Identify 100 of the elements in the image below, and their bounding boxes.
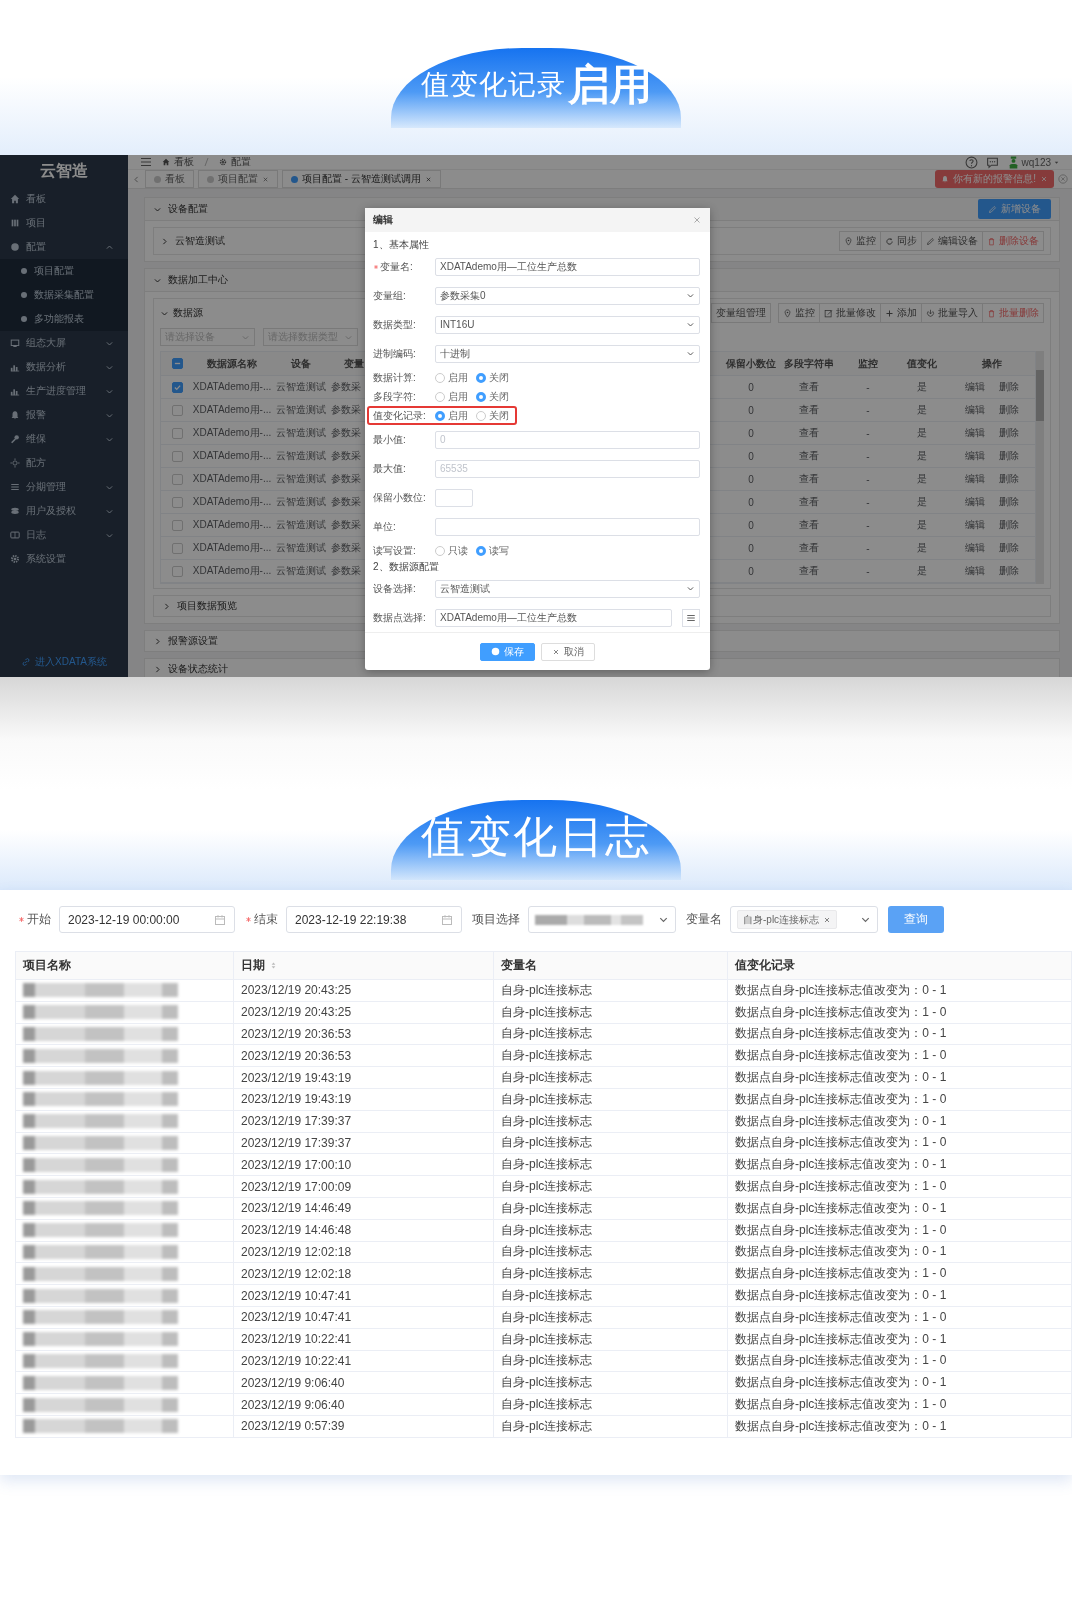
table-cell: 是 <box>917 541 927 555</box>
table-cell: 2023/12/19 20:43:25 <box>241 1005 352 1020</box>
table-cell: 查看 <box>799 564 819 578</box>
table-cell: - <box>866 427 870 439</box>
table-cell: 2023/12/19 20:36:53 <box>241 1048 352 1063</box>
column-header: 设备 <box>291 356 311 371</box>
table-cell: 自身-plc连接标志 <box>501 1243 593 1261</box>
table-cell: 云智造测试 <box>276 495 326 509</box>
table-cell: 0 <box>748 381 754 393</box>
alert-message: 你有新的报警信息! <box>935 170 1054 188</box>
table-cell: 2023/12/19 10:47:41 <box>241 1288 352 1303</box>
table-cell: 数据点自身-plc连接标志值改变为：1 - 0 <box>735 1396 947 1414</box>
table-cell: 查看 <box>799 472 819 486</box>
field-label: 最大值: <box>373 461 406 476</box>
table-cell: 数据点自身-plc连接标志值改变为：0 - 1 <box>735 1287 947 1305</box>
table-cell: - <box>866 450 870 462</box>
table-cell: 2023/12/19 17:39:37 <box>241 1114 352 1129</box>
table-cell: 数据点自身-plc连接标志值改变为：0 - 1 <box>735 1025 947 1043</box>
table-cell: 数据点自身-plc连接标志值改变为：0 - 1 <box>735 1069 947 1087</box>
table-cell: 自身-plc连接标志 <box>501 1003 593 1021</box>
field-label: 单位: <box>373 519 396 534</box>
table-cell: 2023/12/19 12:02:18 <box>241 1244 352 1259</box>
table-cell: 是 <box>917 518 927 532</box>
table-cell: 自身-plc连接标志 <box>501 1090 593 1108</box>
table-cell: 参数采 <box>331 449 361 463</box>
field-label: 值变化记录: <box>373 408 426 423</box>
column-header: 日期 <box>241 957 265 974</box>
table-cell: 自身-plc连接标志 <box>501 1374 593 1392</box>
table-cell: XDATAdemo用-... <box>192 541 272 555</box>
table-cell: 数据点自身-plc连接标志值改变为：0 - 1 <box>735 1156 947 1174</box>
dialog-title: 编辑 <box>373 213 393 227</box>
table-cell: 是 <box>917 403 927 417</box>
table-cell: 2023/12/19 9:06:40 <box>241 1397 345 1412</box>
field-label: 进制编码: <box>373 346 416 361</box>
column-header: 变量 <box>343 356 364 371</box>
column-header: 多段字符串 <box>784 356 834 371</box>
table-cell: 数据点自身-plc连接标志值改变为：0 - 1 <box>735 1330 947 1348</box>
table-cell: 云智造测试 <box>276 403 326 417</box>
table-cell: 数据点自身-plc连接标志值改变为：1 - 0 <box>735 1178 947 1196</box>
table-cell: 2023/12/19 19:43:19 <box>241 1070 352 1085</box>
table-cell: 查看 <box>799 380 819 394</box>
table-cell: 数据点自身-plc连接标志值改变为：0 - 1 <box>735 1243 947 1261</box>
table-cell: 0 <box>748 473 754 485</box>
field-label: 数据点选择: <box>373 610 426 625</box>
column-header: 值变化 <box>907 356 937 371</box>
table-cell: 2023/12/19 10:22:41 <box>241 1332 352 1347</box>
table-cell: 自身-plc连接标志 <box>501 1134 593 1152</box>
column-header: 操作 <box>982 356 1002 371</box>
table-cell: 数据点自身-plc连接标志值改变为：1 - 0 <box>735 1090 947 1108</box>
table-cell: 参数采 <box>331 426 361 440</box>
table-cell: 云智造测试 <box>276 472 326 486</box>
app-logo: 云智造 <box>39 160 89 181</box>
table-cell: 数据点自身-plc连接标志值改变为：1 - 0 <box>735 1308 947 1326</box>
table-cell: 2023/12/19 10:22:41 <box>241 1353 352 1368</box>
table-cell: 自身-plc连接标志 <box>501 1352 593 1370</box>
table-cell: 自身-plc连接标志 <box>501 1069 593 1087</box>
table-cell: 数据点自身-plc连接标志值改变为：0 - 1 <box>735 1112 947 1130</box>
table-cell: 参数采 <box>331 541 361 555</box>
table-cell: 2023/12/19 12:02:18 <box>241 1266 352 1281</box>
table-cell: 0 <box>748 565 754 577</box>
table-cell: XDATAdemo用-... <box>192 426 272 440</box>
table-cell: 自身-plc连接标志 <box>501 1287 593 1305</box>
section-title: 数据源 <box>173 306 203 320</box>
banner-title: 值变化记录 <box>420 68 566 102</box>
field-label: 多段字符: <box>373 389 416 404</box>
table-cell: 是 <box>917 426 927 440</box>
table-cell: 自身-plc连接标志 <box>501 1025 593 1043</box>
table-cell: 数据点自身-plc连接标志值改变为：0 - 1 <box>735 1199 947 1217</box>
filter-label: 变量名 <box>686 911 722 928</box>
table-cell: 2023/12/19 19:43:19 <box>241 1092 352 1107</box>
field-label: 数据计算: <box>373 370 416 385</box>
table-cell: XDATAdemo用-... <box>192 518 272 532</box>
filter-label: 项目选择 <box>472 911 520 928</box>
table-cell: - <box>866 496 870 508</box>
table-cell: 2023/12/19 20:43:25 <box>241 983 352 998</box>
table-cell: 是 <box>917 380 927 394</box>
table-cell: 2023/12/19 14:46:49 <box>241 1201 352 1216</box>
field-label: 读写设置: <box>373 543 416 558</box>
table-cell: - <box>866 565 870 577</box>
table-cell: 0 <box>748 519 754 531</box>
table-cell: 数据点自身-plc连接标志值改变为：0 - 1 <box>735 1374 947 1392</box>
table-cell: 数据点自身-plc连接标志值改变为：1 - 0 <box>735 1047 947 1065</box>
table-cell: XDATAdemo用-... <box>192 449 272 463</box>
section-title: 2、数据源配置 <box>373 560 439 574</box>
banner-title-emphasis: 启用 <box>567 60 652 110</box>
column-header: 数据源名称 <box>207 356 257 371</box>
field-label: 最小值: <box>373 432 406 447</box>
table-cell: 是 <box>917 449 927 463</box>
table-cell: 2023/12/19 17:39:37 <box>241 1135 352 1150</box>
table-cell: 云智造测试 <box>276 564 326 578</box>
table-cell: 2023/12/19 17:00:10 <box>241 1157 352 1172</box>
table-cell: 数据点自身-plc连接标志值改变为：1 - 0 <box>735 1265 947 1283</box>
table-cell: 自身-plc连接标志 <box>501 981 593 999</box>
table-cell: 自身-plc连接标志 <box>501 1221 593 1239</box>
section-title: 1、基本属性 <box>373 238 429 252</box>
table-cell: 查看 <box>799 518 819 532</box>
table-cell: 数据点自身-plc连接标志值改变为：1 - 0 <box>735 1221 947 1239</box>
table-cell: 数据点自身-plc连接标志值改变为：1 - 0 <box>735 1352 947 1370</box>
table-cell: XDATAdemo用-... <box>192 472 272 486</box>
column-header: 值变化记录 <box>735 957 795 974</box>
